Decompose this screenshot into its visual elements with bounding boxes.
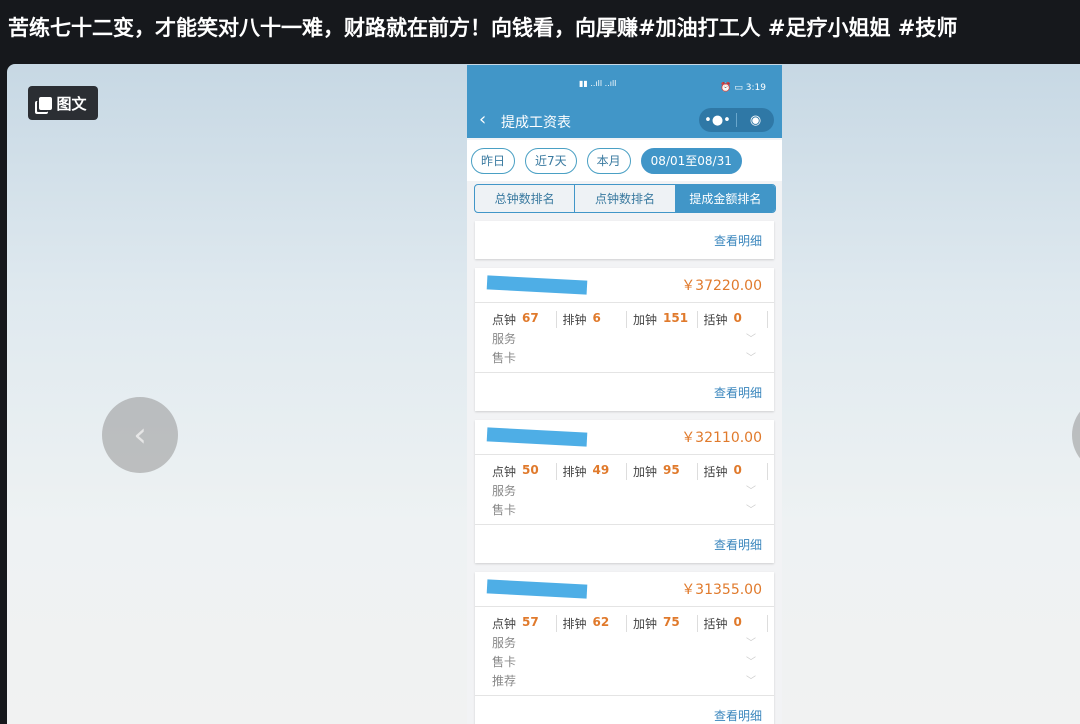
redacted-name [486,275,588,295]
view-detail-link[interactable]: 查看明细 [475,221,774,259]
row-label: 售卡 [492,655,517,669]
stat-label: 括钟 [703,617,728,631]
mini-program-capsule: •●• ◉ [699,108,774,132]
chevron-down-icon: ﹀ [746,676,756,687]
stat-value: 75 [663,615,680,629]
badge-label: 图文 [56,94,87,113]
filter-month[interactable]: 本月 [586,147,631,174]
stat-label: 加钟 [633,313,658,327]
stat-item: 括钟 0 [703,463,768,480]
alarm-icon: ⏰ [720,83,732,93]
view-detail-link[interactable]: 查看明细 [475,525,774,563]
stat-item: 加钟 95 [633,463,698,480]
tab-total[interactable]: 总钟数排名 [475,185,576,212]
stat-label: 点钟 [492,313,517,327]
view-detail-link[interactable]: 查看明细 [475,373,774,411]
expand-row[interactable]: 服务 ﹀ [475,632,774,651]
previous-image-button[interactable]: ‹ [102,397,178,473]
stat-value: 0 [733,615,742,629]
date-filters: 昨日 近7天 本月 08/01至08/31 [467,140,782,181]
stat-value: 50 [522,463,539,477]
back-icon[interactable]: ‹ [479,109,486,130]
row-label: 服务 [492,484,517,498]
expand-row[interactable]: 推荐 ﹀ [475,670,774,689]
stat-value: 67 [522,311,539,325]
row-label: 售卡 [492,351,517,365]
close-target-icon[interactable]: ◉ [737,113,774,128]
expand-row[interactable]: 售卡 ﹀ [475,499,774,518]
chevron-down-icon: ﹀ [746,657,756,668]
chevron-left-icon: ‹ [133,415,147,455]
stat-item: 排钟 62 [562,615,627,632]
stat-label: 加钟 [633,465,658,479]
post-title: 苦练七十二变，才能笑对八十一难，财路就在前方！向钱看，向厚赚#加油打工人 #足疗… [8,16,958,40]
gallery-icon [39,96,53,110]
tab-requested[interactable]: 点钟数排名 [575,185,676,212]
next-image-button[interactable]: › [1072,397,1080,473]
stat-value: 6 [592,311,601,325]
row-label: 售卡 [492,503,517,517]
stat-label: 括钟 [703,313,728,327]
chevron-down-icon: ﹀ [746,334,756,345]
post-type-badge: 图文 [28,86,98,120]
row-label: 服务 [492,332,517,346]
stat-label: 加钟 [633,617,658,631]
stat-label: 点钟 [492,617,517,631]
stat-label: 括钟 [703,465,728,479]
ranking-tabs: 总钟数排名 点钟数排名 提成金额排名 [474,184,776,213]
commission-amount: ￥32110.00 [681,430,762,446]
nav-title: 提成工资表 [501,115,571,131]
status-bar: ▮▮ ..ıll ..ıll ⏰ ▭ 3:19 [467,65,782,105]
filter-date-range[interactable]: 08/01至08/31 [640,147,742,174]
stat-value: 95 [663,463,680,477]
signal-icon: ▮▮ ..ıll ..ıll [579,79,617,88]
stat-value: 0 [733,311,742,325]
more-icon[interactable]: •●• [699,113,736,128]
battery-icon: ▭ [734,83,743,93]
expand-row[interactable]: 服务 ﹀ [475,328,774,347]
expand-row[interactable]: 售卡 ﹀ [475,651,774,670]
stat-value: 57 [522,615,539,629]
stat-label: 排钟 [562,313,587,327]
stat-value: 62 [592,615,610,629]
stat-item: 点钟 50 [492,463,557,480]
filter-7days[interactable]: 近7天 [525,147,577,174]
chevron-down-icon: ﹀ [746,486,756,497]
stat-item: 点钟 67 [492,311,557,328]
image-viewer: 图文 ‹ › ▮▮ ..ıll ..ıll ⏰ ▭ 3:19 ‹ 提成工资表 •… [7,64,1080,724]
redacted-name [486,579,588,599]
status-time: 3:19 [745,83,766,93]
expand-row[interactable]: 售卡 ﹀ [475,347,774,366]
redacted-name [486,427,588,447]
tab-commission[interactable]: 提成金额排名 [675,185,775,212]
stat-value: 0 [733,463,742,477]
expand-row[interactable]: 服务 ﹀ [475,480,774,499]
phone-screenshot: ▮▮ ..ıll ..ıll ⏰ ▭ 3:19 ‹ 提成工资表 •●• ◉ 昨日 … [467,65,782,724]
commission-amount: ￥37220.00 [681,278,762,294]
chevron-down-icon: ﹀ [746,505,756,516]
stat-item: 排钟 49 [562,463,627,480]
stat-item: 括钟 0 [703,615,768,632]
ranking-card: ￥31355.00 点钟 57 排钟 62 加钟 75 括钟 0 服务 ﹀ 售卡 ﹀ 推荐 ﹀ 查看明细 [475,572,774,724]
stat-value: 151 [663,311,689,325]
nav-bar: ‹ 提成工资表 •●• ◉ [467,105,782,138]
chevron-down-icon: ﹀ [746,638,756,649]
commission-amount: ￥31355.00 [681,582,762,598]
row-label: 推荐 [492,674,517,688]
stat-item: 排钟 6 [562,311,627,328]
ranking-card: 查看明细 [475,221,774,259]
ranking-card: ￥32110.00 点钟 50 排钟 49 加钟 95 括钟 0 服务 ﹀ 售卡 ﹀ 查看明细 [475,420,774,563]
stat-label: 排钟 [562,465,587,479]
stat-item: 括钟 0 [703,311,768,328]
filter-yesterday[interactable]: 昨日 [471,147,516,174]
stat-label: 点钟 [492,465,517,479]
ranking-card: ￥37220.00 点钟 67 排钟 6 加钟 151 括钟 0 服务 ﹀ 售卡 ﹀ 查看明细 [475,268,774,411]
stat-label: 排钟 [562,617,587,631]
chevron-down-icon: ﹀ [746,353,756,364]
row-label: 服务 [492,636,517,650]
stat-item: 点钟 57 [492,615,557,632]
stat-item: 加钟 151 [633,311,698,328]
stat-value: 49 [592,463,610,477]
stat-item: 加钟 75 [633,615,698,632]
